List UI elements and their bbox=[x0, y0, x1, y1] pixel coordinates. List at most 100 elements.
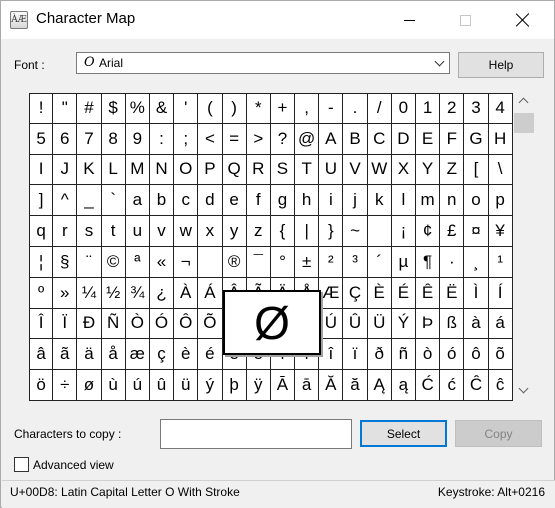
character-cell[interactable]: < bbox=[198, 123, 223, 155]
character-cell[interactable]: 1 bbox=[416, 93, 441, 124]
character-cell[interactable]: 7 bbox=[77, 123, 102, 155]
character-cell[interactable]: ; bbox=[174, 123, 199, 155]
character-cell[interactable]: ) bbox=[222, 93, 247, 124]
character-cell[interactable]: ± bbox=[295, 246, 320, 278]
character-cell[interactable]: ¯ bbox=[246, 246, 271, 278]
character-cell[interactable]: E bbox=[416, 123, 441, 155]
character-cell[interactable]: ¾ bbox=[125, 277, 150, 309]
character-cell[interactable]: ! bbox=[29, 93, 54, 124]
character-cell[interactable]: n bbox=[440, 185, 465, 217]
character-cell[interactable]: è bbox=[174, 339, 199, 371]
character-cell[interactable]: 3 bbox=[464, 93, 489, 124]
character-cell[interactable]: ß bbox=[440, 308, 465, 340]
character-cell[interactable]: ó bbox=[440, 339, 465, 371]
character-cell[interactable]: É bbox=[391, 277, 416, 309]
character-cell[interactable]: û bbox=[149, 370, 175, 401]
character-cell[interactable]: ć bbox=[440, 370, 465, 401]
character-cell[interactable]: [ bbox=[464, 154, 489, 186]
character-cell[interactable]: é bbox=[198, 339, 223, 371]
character-cell[interactable]: = bbox=[222, 123, 247, 155]
character-cell[interactable]: , bbox=[295, 93, 320, 124]
character-cell[interactable]: ~ bbox=[343, 216, 368, 247]
scroll-up-icon[interactable] bbox=[518, 97, 529, 108]
character-cell[interactable]: Ç bbox=[343, 277, 368, 309]
character-cell[interactable]: ® bbox=[222, 246, 247, 278]
character-cell[interactable]: « bbox=[149, 246, 175, 278]
character-cell[interactable]: } bbox=[319, 216, 344, 247]
character-cell[interactable]: ą bbox=[391, 370, 416, 401]
character-cell[interactable]: © bbox=[101, 246, 126, 278]
character-cell[interactable]: ½ bbox=[101, 277, 126, 309]
advanced-view-checkbox[interactable] bbox=[14, 457, 29, 472]
character-cell[interactable]: Q bbox=[222, 154, 247, 186]
character-cell[interactable]: Î bbox=[29, 308, 54, 340]
character-cell[interactable]: j bbox=[343, 185, 368, 217]
character-cell[interactable]: ' bbox=[174, 93, 199, 124]
character-cell[interactable]: ª bbox=[125, 246, 150, 278]
character-cell[interactable]: t bbox=[101, 216, 126, 247]
character-cell[interactable]: Ó bbox=[149, 308, 175, 340]
character-cell[interactable]: - bbox=[319, 93, 344, 124]
character-cell[interactable]: ç bbox=[149, 339, 175, 371]
character-cell[interactable]: Õ bbox=[198, 308, 223, 340]
character-cell[interactable]: æ bbox=[125, 339, 150, 371]
character-cell[interactable] bbox=[367, 216, 392, 247]
character-cell[interactable]: > bbox=[246, 123, 271, 155]
character-cell[interactable]: Ü bbox=[367, 308, 392, 340]
character-cell[interactable]: O bbox=[174, 154, 199, 186]
select-button[interactable]: Select bbox=[360, 420, 447, 447]
character-cell[interactable]: · bbox=[440, 246, 465, 278]
character-cell[interactable]: | bbox=[295, 216, 320, 247]
character-cell[interactable]: Ì bbox=[464, 277, 489, 309]
character-cell[interactable]: ¡ bbox=[391, 216, 416, 247]
character-cell[interactable]: ă bbox=[343, 370, 368, 401]
character-cell[interactable]: Ć bbox=[416, 370, 441, 401]
character-cell[interactable]: â bbox=[29, 339, 54, 371]
character-cell[interactable]: e bbox=[222, 185, 247, 217]
character-cell[interactable]: Z bbox=[440, 154, 465, 186]
character-cell[interactable]: Ê bbox=[416, 277, 441, 309]
character-cell[interactable]: m bbox=[416, 185, 441, 217]
character-cell[interactable]: 4 bbox=[488, 93, 513, 124]
character-cell[interactable]: Ï bbox=[53, 308, 78, 340]
character-cell[interactable]: z bbox=[246, 216, 271, 247]
character-cell[interactable]: ¬ bbox=[174, 246, 199, 278]
character-cell[interactable]: Í bbox=[488, 277, 513, 309]
character-cell[interactable]: Û bbox=[343, 308, 368, 340]
character-cell[interactable]: ù bbox=[101, 370, 126, 401]
character-cell[interactable]: \ bbox=[488, 154, 513, 186]
character-cell[interactable]: 2 bbox=[440, 93, 465, 124]
character-cell[interactable]: T bbox=[295, 154, 320, 186]
character-cell[interactable]: H bbox=[488, 123, 513, 155]
character-cell[interactable]: Ô bbox=[174, 308, 199, 340]
character-cell[interactable]: ¢ bbox=[416, 216, 441, 247]
character-cell[interactable]: ¨ bbox=[77, 246, 102, 278]
character-cell[interactable]: S bbox=[270, 154, 296, 186]
character-cell[interactable]: ° bbox=[270, 246, 296, 278]
character-cell[interactable]: Á bbox=[198, 277, 223, 309]
title-bar[interactable]: ÀÆ Character Map bbox=[1, 1, 554, 39]
character-cell[interactable]: Ð bbox=[77, 308, 102, 340]
characters-to-copy-input[interactable] bbox=[160, 419, 352, 449]
character-cell[interactable]: ÷ bbox=[53, 370, 78, 401]
character-cell[interactable]: õ bbox=[488, 339, 513, 371]
character-cell[interactable]: h bbox=[295, 185, 320, 217]
character-cell[interactable]: $ bbox=[101, 93, 126, 124]
character-cell[interactable]: J bbox=[53, 154, 78, 186]
character-cell[interactable]: ¦ bbox=[29, 246, 54, 278]
character-cell[interactable]: Ā bbox=[270, 370, 296, 401]
character-cell[interactable]: & bbox=[149, 93, 175, 124]
character-cell[interactable]: 8 bbox=[101, 123, 126, 155]
character-cell[interactable]: Ą bbox=[367, 370, 392, 401]
character-cell[interactable]: § bbox=[53, 246, 78, 278]
character-cell[interactable]: " bbox=[53, 93, 78, 124]
character-cell[interactable]: i bbox=[319, 185, 344, 217]
grid-scrollbar[interactable] bbox=[513, 93, 535, 401]
character-cell[interactable]: Ë bbox=[440, 277, 465, 309]
character-cell[interactable]: u bbox=[125, 216, 150, 247]
character-cell[interactable]: B bbox=[343, 123, 368, 155]
character-cell[interactable]: À bbox=[174, 277, 199, 309]
character-cell[interactable]: ¥ bbox=[488, 216, 513, 247]
character-cell[interactable]: 5 bbox=[29, 123, 54, 155]
character-cell[interactable]: C bbox=[367, 123, 392, 155]
